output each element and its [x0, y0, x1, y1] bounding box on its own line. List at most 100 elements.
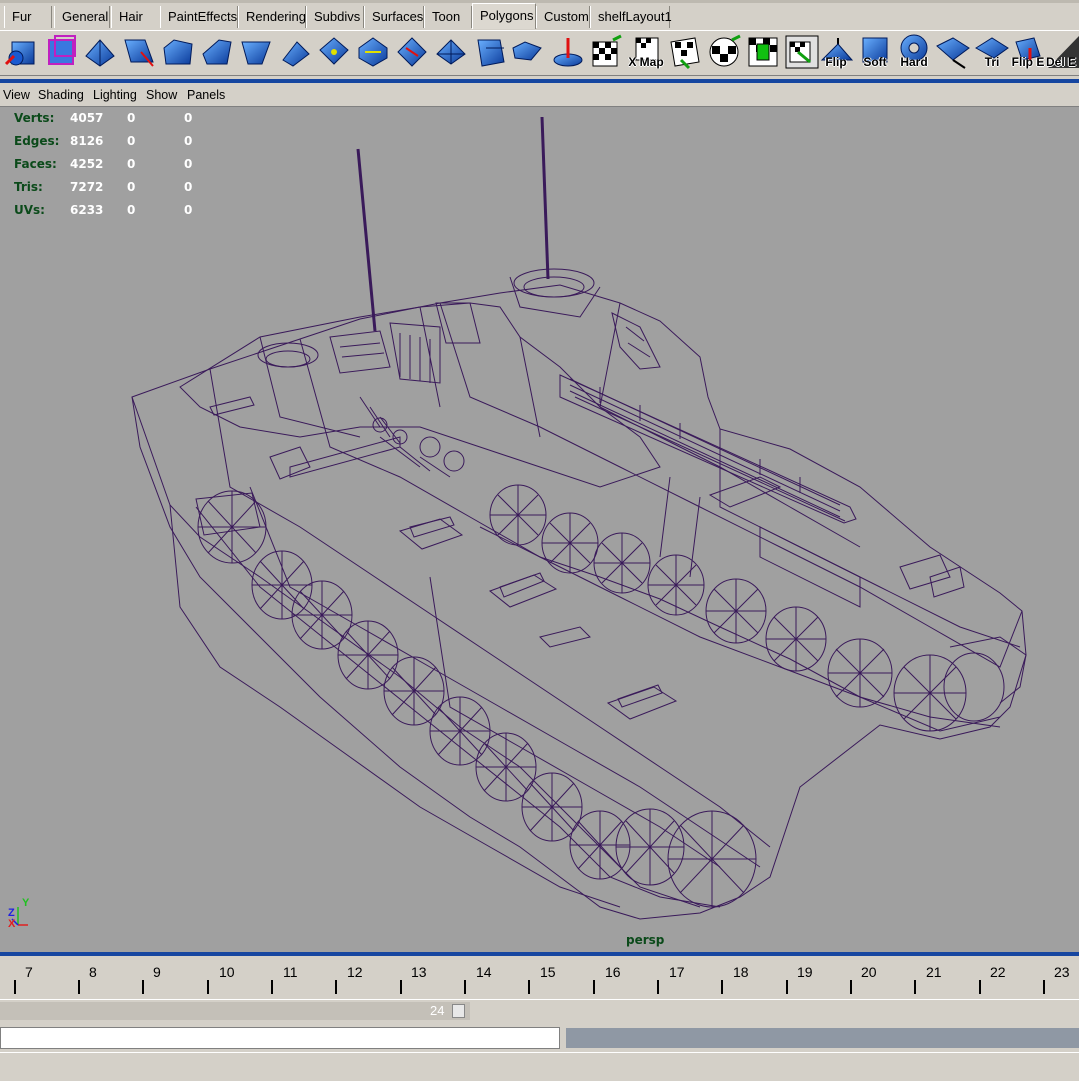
- auto-map-icon[interactable]: [745, 34, 781, 70]
- frame-label: 21: [926, 964, 942, 980]
- frame-tick: [786, 980, 788, 994]
- tank-wireframe-model[interactable]: [0, 107, 1079, 952]
- frame-label: 9: [153, 964, 161, 980]
- range-end-handle[interactable]: [452, 1004, 465, 1018]
- tab-toon[interactable]: Toon: [424, 6, 472, 28]
- extrude-edge-icon[interactable]: [199, 34, 235, 70]
- tab-fur[interactable]: Fur: [4, 6, 52, 28]
- polygon-shelf: X Map Flip Soft Hard Tri Flip E Del E: [0, 30, 1079, 76]
- cone-icon[interactable]: [550, 34, 586, 70]
- flip-edge-icon[interactable]: Flip E: [1010, 34, 1046, 70]
- triangulate-icon[interactable]: Tri: [974, 34, 1010, 70]
- frame-label: 19: [797, 964, 813, 980]
- range-slider[interactable]: [0, 1002, 470, 1020]
- menu-view[interactable]: View: [3, 88, 30, 102]
- frame-label: 8: [89, 964, 97, 980]
- frame-label: 10: [219, 964, 235, 980]
- menu-panels[interactable]: Panels: [187, 88, 225, 102]
- tri-label: Tri: [984, 55, 1000, 69]
- menu-lighting[interactable]: Lighting: [93, 88, 137, 102]
- harden-edge-icon[interactable]: Hard: [896, 34, 932, 70]
- poke-face-icon[interactable]: [277, 34, 313, 70]
- tab-shelflayout1[interactable]: shelfLayout1: [590, 6, 672, 28]
- flip-e-label: Flip E: [1011, 55, 1045, 69]
- tab-hair[interactable]: Hair: [111, 6, 161, 28]
- uv-editor-icon[interactable]: [784, 34, 820, 70]
- x-map-icon[interactable]: X Map: [628, 34, 664, 70]
- tab-polygons[interactable]: Polygons: [472, 3, 536, 29]
- flip-label: Flip: [825, 55, 847, 69]
- split-polygon-icon[interactable]: [82, 34, 118, 70]
- tab-painteffects[interactable]: PaintEffects: [160, 6, 238, 28]
- frame-label: 12: [347, 964, 363, 980]
- frame-tick: [271, 980, 273, 994]
- axis-y-label: Y: [22, 897, 30, 909]
- planar-map-icon[interactable]: [589, 34, 625, 70]
- duplicate-face-icon[interactable]: [511, 34, 547, 70]
- subdivide-icon[interactable]: [472, 34, 508, 70]
- frame-label: 7: [25, 964, 33, 980]
- tab-subdivs[interactable]: Subdivs: [306, 6, 364, 28]
- tab-custom[interactable]: Custom: [536, 6, 590, 28]
- command-result-field: [566, 1028, 1079, 1048]
- time-slider[interactable]: 7 8 9 10 11 12 13 14 15 16 17 18 19 20 2…: [0, 956, 1079, 998]
- frame-label: 11: [283, 964, 298, 980]
- persp-viewport[interactable]: Verts: 4057 0 0 Edges: 8126 0 0 Faces: 4…: [0, 107, 1079, 952]
- collapse-icon[interactable]: [394, 34, 430, 70]
- frame-tick: [14, 980, 16, 994]
- soft-label: Soft: [863, 55, 887, 69]
- soften-edge-icon[interactable]: Soft: [857, 34, 893, 70]
- blue-divider-top: [0, 79, 1079, 83]
- spherical-map-icon[interactable]: [706, 34, 742, 70]
- menu-show[interactable]: Show: [146, 88, 177, 102]
- delete-edge-icon[interactable]: Del E: [1046, 34, 1079, 70]
- menu-shading[interactable]: Shading: [38, 88, 84, 102]
- frame-tick: [78, 980, 80, 994]
- extrude-face-icon[interactable]: [4, 34, 40, 70]
- frame-tick: [657, 980, 659, 994]
- frame-label: 23: [1054, 964, 1070, 980]
- frame-label: 20: [861, 964, 877, 980]
- shelf-tab-bar: Fur General Hair PaintEffects Rendering …: [0, 0, 1079, 30]
- panel-menu-bar: View Shading Lighting Show Panels: [0, 84, 1079, 107]
- append-polygon-icon[interactable]: [121, 34, 157, 70]
- tab-general[interactable]: General: [54, 6, 110, 28]
- merge-vertex-icon[interactable]: [316, 34, 352, 70]
- cube-icon[interactable]: [43, 34, 79, 70]
- wedge-face-icon[interactable]: [238, 34, 274, 70]
- frame-tick: [593, 980, 595, 994]
- del-e-label: Del E: [1046, 55, 1077, 69]
- wireframe-lines: [131, 116, 1027, 920]
- frame-tick: [142, 980, 144, 994]
- frame-tick: [207, 980, 209, 994]
- hard-label: Hard: [900, 55, 928, 69]
- cut-face-icon[interactable]: [935, 34, 971, 70]
- x-map-label: X Map: [628, 55, 664, 69]
- help-line: [0, 1052, 1079, 1081]
- frame-label: 13: [411, 964, 427, 980]
- tab-rendering[interactable]: Rendering: [238, 6, 306, 28]
- frame-tick: [914, 980, 916, 994]
- right-track-wheels: [479, 484, 1027, 732]
- menu-bar-remnant: [0, 0, 1079, 3]
- cylindrical-map-icon[interactable]: [667, 34, 703, 70]
- range-end-value: 24: [430, 1003, 445, 1018]
- frame-tick: [721, 980, 723, 994]
- frame-tick: [400, 980, 402, 994]
- bevel-icon[interactable]: [160, 34, 196, 70]
- frame-tick: [850, 980, 852, 994]
- frame-label: 14: [476, 964, 492, 980]
- smooth-icon[interactable]: [433, 34, 469, 70]
- axis-x-label: X: [8, 918, 16, 930]
- tab-surfaces[interactable]: Surfaces: [364, 6, 424, 28]
- frame-label: 15: [540, 964, 556, 980]
- merge-edge-icon[interactable]: [355, 34, 391, 70]
- frame-tick: [528, 980, 530, 994]
- command-line-input[interactable]: [0, 1027, 560, 1049]
- frame-tick: [1043, 980, 1045, 994]
- frame-tick: [464, 980, 466, 994]
- frame-label: 22: [990, 964, 1006, 980]
- camera-name-label: persp: [626, 933, 665, 947]
- flip-icon[interactable]: Flip: [818, 34, 854, 70]
- frame-tick: [335, 980, 337, 994]
